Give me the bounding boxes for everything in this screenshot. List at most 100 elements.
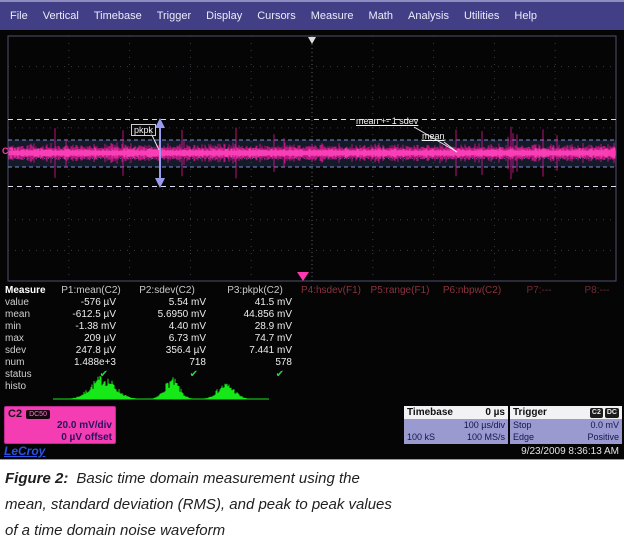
num-cell	[364, 357, 436, 369]
mean-annotation: mean	[422, 131, 445, 141]
sdev-cell: 7.441 mV	[212, 345, 298, 357]
trigger-coupling-badge: DC	[605, 408, 619, 418]
measure-row-num: num1.488e+3718578	[0, 357, 624, 369]
timebase-samples: 100 kS	[407, 431, 435, 443]
trigger-title: Trigger	[513, 407, 547, 418]
figure-caption: Figure 2: Basic time domain measurement u…	[5, 466, 615, 544]
num-cell: 578	[212, 357, 298, 369]
row-label: mean	[0, 309, 60, 321]
max-cell	[298, 333, 364, 345]
sdev-cell: 247.8 µV	[60, 345, 122, 357]
value-cell	[570, 297, 624, 309]
value-cell	[436, 297, 508, 309]
channel-zero-marker: C2	[2, 146, 14, 156]
param-header: P2:sdev(C2)	[122, 285, 212, 297]
sdev-cell	[364, 345, 436, 357]
trigger-source-badge: C2	[590, 408, 603, 418]
caption-line3: of a time domain noise waveform	[5, 522, 225, 539]
num-cell	[298, 357, 364, 369]
mean-cell	[508, 309, 570, 321]
measure-row-max: max209 µV6.73 mV74.7 mV	[0, 333, 624, 345]
min-cell: 28.9 mV	[212, 321, 298, 333]
figure-label: Figure 2:	[5, 470, 68, 487]
max-cell	[436, 333, 508, 345]
num-cell: 718	[122, 357, 212, 369]
param-header: P7:---	[508, 285, 570, 297]
coupling-badge: DC50	[26, 410, 50, 419]
sdev-cell: 356.4 µV	[122, 345, 212, 357]
sdev-cell	[570, 345, 624, 357]
sdev-cell	[436, 345, 508, 357]
trigger-slope: Positive	[587, 431, 619, 443]
measure-row-status: status✔✔✔	[0, 369, 624, 381]
row-label: histo	[0, 381, 60, 393]
channel-scale: 20.0 mV/div	[8, 420, 112, 432]
status-check: ✔	[212, 369, 298, 381]
value-cell	[298, 297, 364, 309]
sdev-cell	[298, 345, 364, 357]
trigger-type: Edge	[513, 431, 534, 443]
timebase-panel[interactable]: Timebase 0 µs 100 µs/div 100 kS 100 MS/s	[404, 406, 508, 444]
row-label: max	[0, 333, 60, 345]
num-cell	[508, 357, 570, 369]
status-check	[436, 369, 508, 381]
measure-row-min: min-1.38 mV4.40 mV28.9 mV	[0, 321, 624, 333]
param-header: P1:mean(C2)	[60, 285, 122, 297]
mean-cell: 44.856 mV	[212, 309, 298, 321]
pkpk-annotation: pkpk	[131, 124, 156, 136]
measure-row-value: value-576 µV5.54 mV41.5 mV	[0, 297, 624, 309]
trigger-mode: Stop	[513, 419, 532, 431]
value-cell: -576 µV	[60, 297, 122, 309]
mean-cell	[570, 309, 624, 321]
sdev-cell	[508, 345, 570, 357]
channel-name: C2	[8, 408, 22, 420]
trigger-panel[interactable]: Trigger C2 DC Stop 0.0 mV Edge Positive	[510, 406, 622, 444]
status-check: ✔	[60, 369, 122, 381]
status-check	[570, 369, 624, 381]
row-label: value	[0, 297, 60, 309]
min-cell	[436, 321, 508, 333]
row-label: sdev	[0, 345, 60, 357]
param-header: P4:hsdev(F1)	[298, 285, 364, 297]
measure-row-sdev: sdev247.8 µV356.4 µV7.441 mV	[0, 345, 624, 357]
row-label: num	[0, 357, 60, 369]
lecroy-logo: LeCroy	[4, 444, 45, 458]
min-cell: -1.38 mV	[60, 321, 122, 333]
oscilloscope-screen: FileVerticalTimebaseTriggerDisplayCursor…	[0, 0, 624, 460]
measure-row-mean: mean-612.5 µV5.6950 mV44.856 mV	[0, 309, 624, 321]
mean-cell	[436, 309, 508, 321]
min-cell	[364, 321, 436, 333]
mean-cell: 5.6950 mV	[122, 309, 212, 321]
status-check	[298, 369, 364, 381]
trigger-level: 0.0 mV	[590, 419, 619, 431]
num-cell	[570, 357, 624, 369]
mean-sdev-annotation: mean +- 1 sdev	[356, 116, 418, 126]
min-cell	[298, 321, 364, 333]
mean-cell	[364, 309, 436, 321]
param-header: P6:nbpw(C2)	[436, 285, 508, 297]
min-cell	[570, 321, 624, 333]
caption-line1: Basic time domain measurement using the	[76, 470, 359, 487]
param-header: P5:range(F1)	[364, 285, 436, 297]
mean-cell: -612.5 µV	[60, 309, 122, 321]
datetime-display: 9/23/2009 8:36:13 AM	[521, 446, 619, 457]
param-header: P3:pkpk(C2)	[212, 285, 298, 297]
row-label: status	[0, 369, 60, 381]
status-check: ✔	[122, 369, 212, 381]
max-cell: 74.7 mV	[212, 333, 298, 345]
measure-title: Measure	[0, 285, 60, 297]
timebase-position: 0 µs	[485, 407, 505, 418]
timebase-scale: 100 µs/div	[464, 419, 505, 431]
min-cell: 4.40 mV	[122, 321, 212, 333]
value-cell	[364, 297, 436, 309]
measure-table: MeasureP1:mean(C2)P2:sdev(C2)P3:pkpk(C2)…	[0, 285, 624, 393]
mean-cell	[298, 309, 364, 321]
num-cell	[436, 357, 508, 369]
timebase-title: Timebase	[407, 407, 453, 418]
measure-header-row: MeasureP1:mean(C2)P2:sdev(C2)P3:pkpk(C2)…	[0, 285, 624, 297]
status-check	[508, 369, 570, 381]
channel-c2-descriptor[interactable]: C2 DC50 20.0 mV/div 0 µV offset	[4, 406, 116, 444]
value-cell: 41.5 mV	[212, 297, 298, 309]
timebase-rate: 100 MS/s	[467, 431, 505, 443]
max-cell: 209 µV	[60, 333, 122, 345]
